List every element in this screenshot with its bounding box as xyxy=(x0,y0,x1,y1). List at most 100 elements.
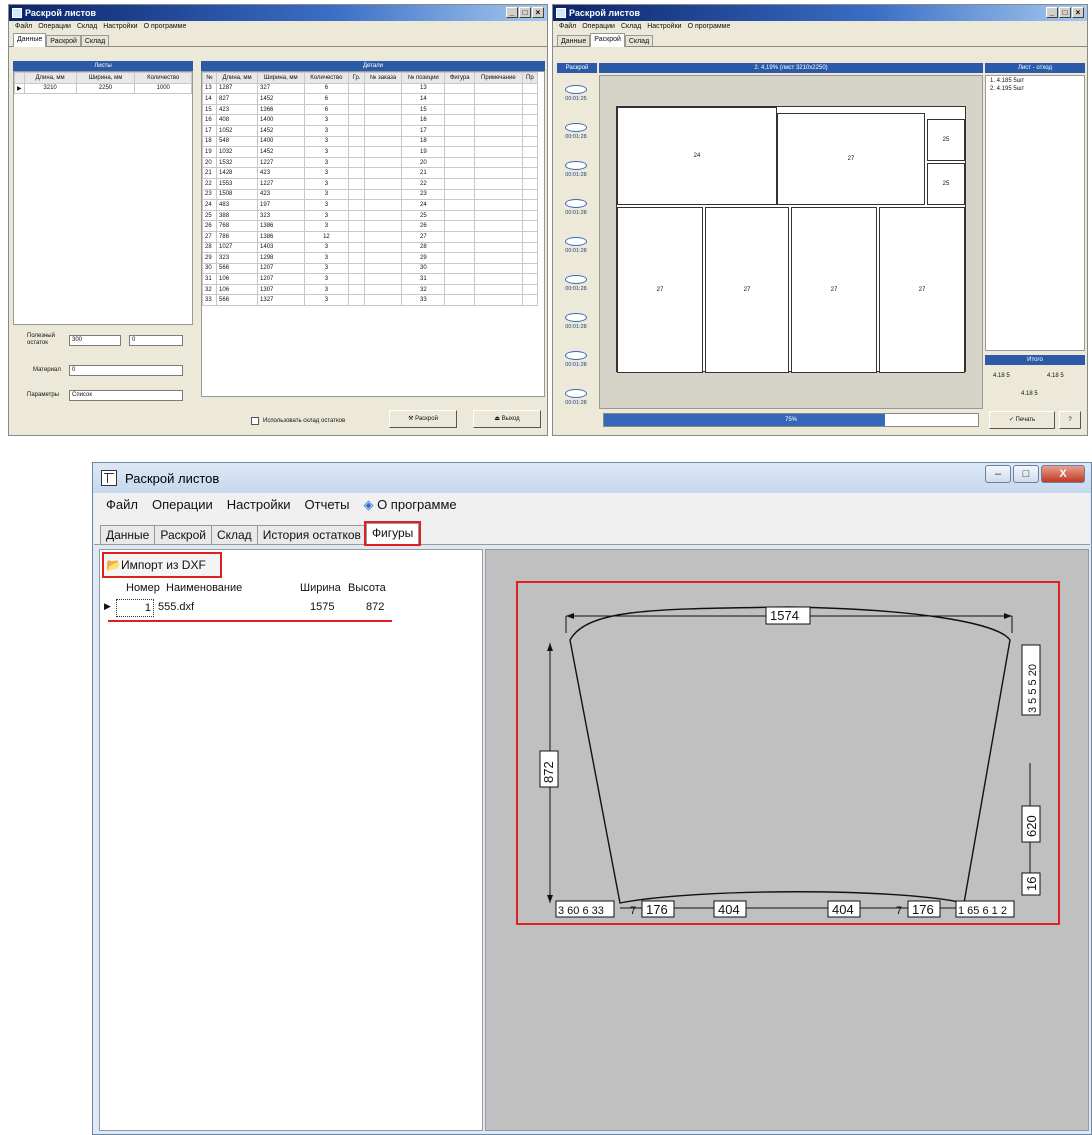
minimize-button[interactable]: _ xyxy=(506,7,518,18)
table-cell[interactable] xyxy=(348,124,365,137)
menu-operations[interactable]: Операции xyxy=(582,21,615,33)
table-cell[interactable]: 28 xyxy=(202,241,218,254)
tab-figures[interactable]: Фигуры xyxy=(363,521,422,546)
cut-thumbnail[interactable]: 00:01:28 xyxy=(561,351,591,373)
table-cell[interactable] xyxy=(363,156,403,169)
cut-button[interactable]: ⚒ Раскрой xyxy=(389,410,457,428)
menu-stock[interactable]: Склад xyxy=(77,21,97,33)
table-cell[interactable]: 3 xyxy=(303,177,350,190)
table-cell[interactable]: 19 xyxy=(202,146,218,158)
table-cell[interactable]: 1032 xyxy=(216,146,259,158)
minimize-button[interactable]: – xyxy=(985,465,1011,483)
table-cell[interactable]: 327 xyxy=(257,82,305,95)
table-cell[interactable]: 1227 xyxy=(257,156,305,169)
tab-stock[interactable]: Склад xyxy=(210,525,258,544)
column-header[interactable]: Количество xyxy=(134,72,192,84)
table-cell[interactable] xyxy=(444,230,476,243)
table-cell[interactable]: 32 xyxy=(202,283,218,296)
table-row[interactable]: 25 388 323 3 25 xyxy=(202,209,539,222)
table-cell[interactable]: 3 xyxy=(303,241,350,254)
table-cell[interactable]: 423 xyxy=(257,167,305,179)
table-cell[interactable]: 15 xyxy=(401,103,446,116)
table-cell[interactable]: 3 xyxy=(303,220,350,232)
tab-cut[interactable]: Раскрой xyxy=(154,525,212,544)
cut-piece[interactable]: 27 xyxy=(617,207,703,373)
table-cell[interactable] xyxy=(474,262,523,275)
table-cell[interactable]: 3 xyxy=(303,273,350,285)
tab-data[interactable]: Данные xyxy=(100,525,156,544)
table-row[interactable]: 30 566 1207 3 30 xyxy=(202,262,539,275)
table-cell[interactable] xyxy=(363,283,403,296)
table-cell[interactable]: 1207 xyxy=(257,262,305,275)
table-cell[interactable]: 3 xyxy=(303,146,350,158)
table-cell[interactable]: 1553 xyxy=(216,177,259,190)
table-cell[interactable] xyxy=(363,177,403,190)
table-cell[interactable]: 3 xyxy=(303,114,350,126)
table-cell[interactable] xyxy=(348,146,365,158)
material-input[interactable]: 0 xyxy=(69,365,183,376)
table-cell[interactable] xyxy=(474,93,523,105)
table-cell[interactable]: 388 xyxy=(216,209,259,222)
table-cell[interactable] xyxy=(521,93,539,105)
table-cell[interactable] xyxy=(348,156,365,169)
table-cell[interactable]: 323 xyxy=(257,209,305,222)
tab-cut[interactable]: Раскрой xyxy=(590,33,625,47)
help-button[interactable]: ? xyxy=(1059,411,1081,429)
table-cell[interactable] xyxy=(474,146,523,158)
table-cell[interactable]: 423 xyxy=(257,188,305,201)
table-cell[interactable] xyxy=(363,294,403,307)
table-cell[interactable]: 1386 xyxy=(257,220,305,232)
table-cell[interactable]: 1452 xyxy=(257,124,305,137)
table-cell[interactable]: 23 xyxy=(202,188,218,201)
table-cell[interactable]: 3 xyxy=(303,199,350,211)
cut-piece[interactable]: 25 xyxy=(927,163,965,205)
table-cell[interactable]: 32 xyxy=(401,283,446,296)
table-cell[interactable] xyxy=(348,103,365,116)
table-cell[interactable] xyxy=(348,220,365,232)
table-cell[interactable]: 483 xyxy=(216,199,259,211)
table-cell[interactable]: 827 xyxy=(216,93,259,105)
table-cell[interactable]: 29 xyxy=(202,252,218,264)
table-cell[interactable]: 6 xyxy=(303,103,350,116)
table-cell[interactable] xyxy=(363,273,403,285)
table-cell[interactable]: 21 xyxy=(401,167,446,179)
table-cell[interactable] xyxy=(474,273,523,285)
table-cell[interactable]: 1027 xyxy=(216,241,259,254)
table-cell[interactable] xyxy=(348,273,365,285)
table-row[interactable]: 23 1508 423 3 23 xyxy=(202,188,539,201)
table-cell[interactable] xyxy=(444,82,476,95)
column-header[interactable]: Фигура xyxy=(444,72,476,84)
table-cell[interactable]: 15 xyxy=(202,103,218,116)
table-cell[interactable]: 13 xyxy=(202,82,218,95)
table-cell[interactable]: 17 xyxy=(401,124,446,137)
table-cell[interactable] xyxy=(363,124,403,137)
table-cell[interactable]: 31 xyxy=(202,273,218,285)
table-cell[interactable]: 29 xyxy=(401,252,446,264)
tab-history[interactable]: История остатков xyxy=(256,525,367,544)
table-cell[interactable]: 33 xyxy=(202,294,218,307)
table-cell[interactable]: 3 xyxy=(303,156,350,169)
figure-height[interactable]: 872 xyxy=(366,601,384,613)
minimize-button[interactable]: _ xyxy=(1046,7,1058,18)
cut-piece[interactable]: 27 xyxy=(777,113,925,205)
table-cell[interactable] xyxy=(444,156,476,169)
table-cell[interactable]: 1287 xyxy=(216,82,259,95)
table-cell[interactable] xyxy=(363,135,403,148)
cut-piece[interactable]: 27 xyxy=(879,207,965,373)
table-row[interactable]: 19 1032 1452 3 19 xyxy=(202,146,539,158)
menu-about[interactable]: О программе xyxy=(688,21,731,33)
column-header[interactable]: Гр. xyxy=(348,72,365,84)
menu-file[interactable]: Файл xyxy=(559,21,576,33)
table-cell[interactable]: 12 xyxy=(303,230,350,243)
table-cell[interactable]: 323 xyxy=(216,252,259,264)
table-cell[interactable]: 1400 xyxy=(257,114,305,126)
table-cell[interactable]: 24 xyxy=(202,199,218,211)
table-row[interactable]: 32 106 1307 3 32 xyxy=(202,283,539,296)
table-cell[interactable]: 19 xyxy=(401,146,446,158)
table-cell[interactable] xyxy=(444,262,476,275)
table-cell[interactable]: 566 xyxy=(216,294,259,307)
table-cell[interactable] xyxy=(474,294,523,307)
use-stock-checkbox[interactable] xyxy=(251,417,259,425)
column-header[interactable]: Длина, мм xyxy=(216,72,259,84)
table-cell[interactable] xyxy=(363,167,403,179)
